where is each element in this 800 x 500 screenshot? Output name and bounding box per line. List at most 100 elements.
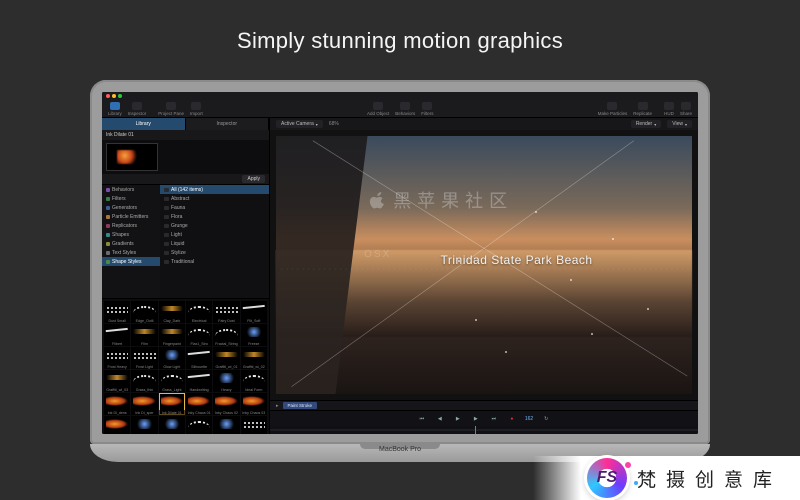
category-replicators[interactable]: Replicators [102, 221, 160, 230]
preset-thumb[interactable]: Ink Dilate 01 [159, 393, 185, 415]
subcategory-all[interactable]: All (142 items) [160, 185, 269, 194]
tb-btn-behaviors[interactable]: Behaviors [395, 102, 415, 116]
toolbar-icon [166, 102, 176, 110]
category-gradients[interactable]: Gradients [102, 239, 160, 248]
preset-thumb[interactable]: Edge_Outli [131, 301, 157, 323]
folder-icon [106, 260, 110, 264]
preset-thumb[interactable]: Ink Di_sper [131, 393, 157, 415]
subcategory-traditional[interactable]: Traditional [160, 257, 269, 266]
category-generators[interactable]: Generators [102, 203, 160, 212]
viewer-canvas[interactable]: 黑苹果社区 OSX Trinidad State Park Beach [270, 130, 698, 400]
preset-thumb[interactable]: Glow Light [159, 347, 185, 369]
preset-thumb[interactable]: Heavy [213, 370, 239, 392]
preset-thumb-label: Edge_Outli [131, 318, 157, 323]
preset-thumb[interactable]: Inky Chaos 04 [104, 416, 130, 434]
preset-thumb[interactable]: Smoke [213, 416, 239, 434]
playhead[interactable] [475, 426, 476, 434]
preset-thumb[interactable]: Dust Small [104, 301, 130, 323]
preset-thumb[interactable]: Graffiti_wi_03 [104, 370, 130, 392]
step-fwd-button[interactable]: ▶ [471, 414, 481, 424]
stroke-preview-icon [133, 329, 155, 334]
tab-inspector[interactable]: Inspector [186, 118, 270, 130]
preset-thumb-label: Filbert [104, 341, 130, 346]
preset-thumb[interactable]: Plasma 02 [159, 416, 185, 434]
category-shape-styles[interactable]: Shape Styles [102, 257, 160, 266]
preset-thumb[interactable]: Frost Heavy [104, 347, 130, 369]
loop-button[interactable]: ↻ [541, 414, 551, 424]
tb-btn-project-pane[interactable]: Project Pane [158, 102, 184, 116]
preset-thumb[interactable]: Spark [241, 416, 267, 434]
preset-thumb[interactable]: Filt_Soft [241, 301, 267, 323]
camera-dropdown[interactable]: Active Camera [276, 120, 323, 128]
category-behaviors[interactable]: Behaviors [102, 185, 160, 194]
record-button[interactable]: ● [507, 414, 517, 424]
preset-thumb[interactable]: Flax1_Stro [186, 324, 212, 346]
preset-thumb[interactable]: Freeze [241, 324, 267, 346]
tab-library[interactable]: Library [102, 118, 186, 130]
category-text-styles[interactable]: Text Styles [102, 248, 160, 257]
timeline-ruler[interactable] [270, 426, 698, 434]
preset-thumb[interactable]: Ink Di_dens [104, 393, 130, 415]
stroke-preview-icon [161, 375, 183, 382]
category-label: Gradients [112, 241, 134, 247]
zoom-icon[interactable] [118, 94, 122, 98]
tb-btn-replicate[interactable]: Replicate [633, 102, 652, 116]
play-button[interactable]: ▶ [453, 414, 463, 424]
category-shapes[interactable]: Shapes [102, 230, 160, 239]
minimize-icon[interactable] [112, 94, 116, 98]
stroke-preview-icon [106, 419, 128, 429]
preset-thumb[interactable]: Silhouette [186, 347, 212, 369]
preset-thumb[interactable]: Scribble [186, 416, 212, 434]
preset-thumb[interactable]: Fairy Dust [213, 301, 239, 323]
subcategory-stylize[interactable]: Stylize [160, 248, 269, 257]
subcategory-grunge[interactable]: Grunge [160, 221, 269, 230]
preset-thumb[interactable]: Frost Light [131, 347, 157, 369]
library-sidebar: Library Inspector Ink Dilate 01 Apply [102, 118, 270, 434]
subcategory-liquid[interactable]: Liquid [160, 239, 269, 248]
subcategory-abstract[interactable]: Abstract [160, 194, 269, 203]
preset-thumb[interactable]: Grass_Light [159, 370, 185, 392]
close-icon[interactable] [106, 94, 110, 98]
step-back-button[interactable]: ◀ [435, 414, 445, 424]
tb-btn-filters[interactable]: Filters [421, 102, 433, 116]
go-end-button[interactable]: ⏭ [489, 414, 499, 424]
layer-chip-paint-stroke[interactable]: Paint Stroke [283, 402, 318, 409]
stroke-preview-icon [243, 375, 265, 382]
preset-thumb[interactable]: Handwriting [186, 370, 212, 392]
layer-caret-icon[interactable]: ▸ [276, 403, 279, 409]
preset-thumb[interactable]: Graffiti_wi_02 [241, 347, 267, 369]
preset-thumb[interactable]: Fingerpaint [159, 324, 185, 346]
tb-btn-make-particles[interactable]: Make Particles [598, 102, 628, 116]
preset-thumb[interactable]: Clay_Dark [159, 301, 185, 323]
folder-icon [106, 242, 110, 246]
brand-label: 梵摄创意库 [637, 465, 782, 492]
preset-thumb[interactable]: Plasma [131, 416, 157, 434]
preset-thumb[interactable]: Graffiti_wi_01 [213, 347, 239, 369]
preset-thumb[interactable]: Electrical [186, 301, 212, 323]
apply-button[interactable]: Apply [242, 175, 265, 183]
preset-thumb[interactable]: Film [131, 324, 157, 346]
category-particle-emitters[interactable]: Particle Emitters [102, 212, 160, 221]
preset-thumb[interactable]: Inky Chaos 02 [213, 393, 239, 415]
subcategory-flora[interactable]: Flora [160, 212, 269, 221]
tb-btn-library[interactable]: Library [108, 102, 122, 116]
subcategory-light[interactable]: Light [160, 230, 269, 239]
preset-thumb[interactable]: Inky Chaos 03 [241, 393, 267, 415]
preset-thumb[interactable]: Grass_thin [131, 370, 157, 392]
preset-thumb[interactable]: Ideal Form [241, 370, 267, 392]
go-start-button[interactable]: ⏮ [417, 414, 427, 424]
subcategory-fauna[interactable]: Fauna [160, 203, 269, 212]
window-traffic-lights[interactable] [106, 94, 122, 98]
zoom-percent[interactable]: 68% [329, 121, 339, 127]
category-filters[interactable]: Filters [102, 194, 160, 203]
preset-thumb[interactable]: Filbert [104, 324, 130, 346]
render-dropdown[interactable]: Render [631, 120, 661, 128]
tb-btn-inspector[interactable]: Inspector [128, 102, 147, 116]
tb-btn-hud[interactable]: HUD [664, 102, 674, 116]
preset-thumb[interactable]: Inky Chaos 01 [186, 393, 212, 415]
view-dropdown[interactable]: View [667, 120, 692, 128]
preset-thumb[interactable]: Fractal_String [213, 324, 239, 346]
tb-btn-share[interactable]: Share [680, 102, 692, 116]
tb-btn-add-object[interactable]: Add Object [367, 102, 389, 116]
tb-btn-import[interactable]: Import [190, 102, 203, 116]
